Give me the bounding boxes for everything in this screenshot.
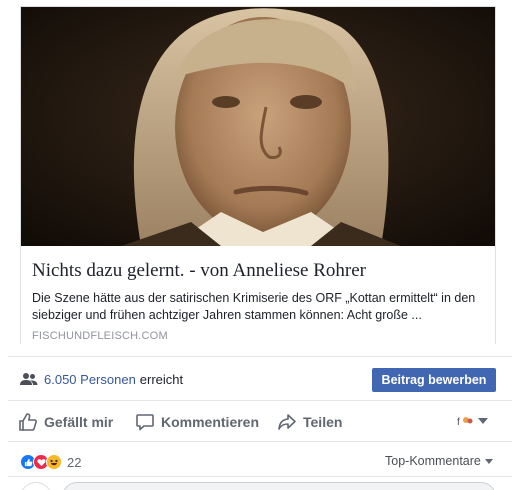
comment-input[interactable] [62, 482, 496, 490]
reach-count-link[interactable]: 6.050 Personen [44, 372, 136, 387]
link-preview-card[interactable]: Nichts dazu gelernt. - von Anneliese Roh… [20, 6, 496, 344]
comment-button[interactable]: Kommentieren [135, 408, 259, 436]
svg-text:f: f [457, 417, 460, 428]
thumbs-up-icon [19, 413, 37, 431]
article-photo[interactable] [21, 7, 495, 246]
share-arrow-icon [278, 414, 296, 430]
commenter-avatar [20, 482, 52, 490]
boost-post-button[interactable]: Beitrag bewerben [372, 368, 496, 392]
like-label: Gefällt mir [44, 414, 114, 430]
chevron-down-icon [478, 418, 488, 424]
article-title[interactable]: Nichts dazu gelernt. - von Anneliese Roh… [32, 260, 366, 282]
like-button[interactable]: Gefällt mir [18, 408, 113, 436]
reach-label: erreicht [139, 371, 184, 387]
post-action-bar: Gefällt mir Kommentieren Teilen f [0, 408, 520, 436]
post-as-selector[interactable]: f [456, 414, 488, 428]
chevron-down-icon [484, 458, 493, 464]
link-preview-text[interactable]: Nichts dazu gelernt. - von Anneliese Roh… [21, 246, 495, 344]
divider [8, 476, 512, 477]
reach-summary: 6.050 Personen erreicht [20, 368, 183, 390]
share-button[interactable]: Teilen [277, 408, 342, 436]
reaction-count: 22 [67, 454, 82, 470]
divider [8, 400, 512, 401]
comment-icon [136, 414, 154, 431]
portrait-image [21, 7, 495, 246]
comment-label: Kommentieren [161, 414, 260, 430]
haha-reaction-icon [46, 454, 62, 470]
comment-sort-dropdown[interactable]: Top-Kommentare [385, 454, 493, 468]
share-label: Teilen [303, 414, 343, 430]
people-icon [20, 373, 38, 385]
article-description: Die Szene hätte aus der satirischen Krim… [32, 291, 476, 322]
divider [8, 356, 512, 357]
divider [8, 441, 512, 442]
comment-sort-label: Top-Kommentare [385, 454, 481, 468]
page-avatar-icon: f [457, 417, 473, 428]
reactions-summary[interactable]: 22 [20, 452, 81, 472]
article-domain: FISCHUNDFLEISCH.COM [32, 330, 168, 342]
